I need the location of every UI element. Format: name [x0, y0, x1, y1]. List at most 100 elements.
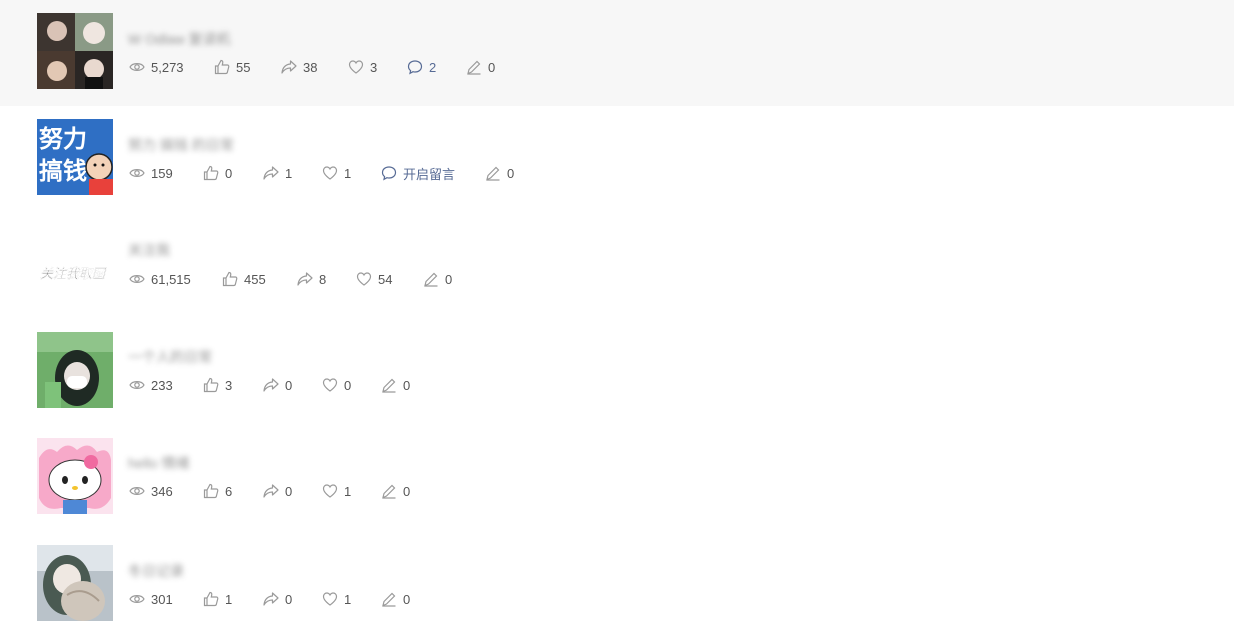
- article-thumbnail[interactable]: 努力 搞钱: [37, 119, 113, 195]
- heart-icon: [322, 484, 338, 498]
- share-icon: [263, 592, 279, 606]
- pencil-icon: [424, 272, 438, 287]
- shares-count: 0: [285, 377, 293, 393]
- views-stat: 5,273: [129, 59, 214, 75]
- article-thumbnail[interactable]: [37, 438, 113, 514]
- article-stats: 61,515 455 8 54 0: [129, 269, 452, 289]
- edits-stat[interactable]: 0: [485, 165, 514, 181]
- favorites-stat[interactable]: 0: [322, 377, 381, 393]
- views-count: 233: [151, 377, 173, 393]
- favorites-count: 0: [344, 377, 352, 393]
- views-count: 346: [151, 483, 173, 499]
- comment-icon: [381, 166, 397, 181]
- article-thumbnail[interactable]: [37, 545, 113, 621]
- eye-icon: [129, 275, 145, 283]
- article-title[interactable]: 冬日记录: [128, 561, 290, 577]
- edits-count: 0: [445, 271, 453, 287]
- heart-icon: [356, 272, 372, 286]
- article-stats: 5,273 55 38 3 2 0: [129, 57, 495, 77]
- favorites-count: 1: [344, 483, 352, 499]
- edits-count: 0: [403, 483, 411, 499]
- likes-stat[interactable]: 455: [222, 271, 297, 287]
- thumbs-up-icon: [203, 591, 219, 607]
- article-title[interactable]: 一个人的日常: [128, 347, 240, 363]
- article-list: W Odlaw 复读机 5,273 55 38 3 2 0 努力 搞钱 努力 搞…: [0, 0, 1234, 641]
- share-icon: [263, 484, 279, 498]
- article-stats: 346 6 0 1 0: [129, 481, 410, 501]
- edits-stat[interactable]: 0: [423, 271, 452, 287]
- article-title[interactable]: 努力 搞钱 的日常: [128, 135, 288, 151]
- article-stats: 159 0 1 1 开启留言 0: [129, 163, 514, 183]
- favorites-stat[interactable]: 1: [322, 483, 381, 499]
- thumbnail-text-line2: 搞钱: [39, 157, 87, 185]
- thumbs-up-icon: [222, 271, 238, 287]
- edits-stat[interactable]: 0: [381, 591, 410, 607]
- edits-stat[interactable]: 0: [381, 377, 410, 393]
- edits-stat[interactable]: 0: [466, 59, 495, 75]
- likes-count: 0: [225, 165, 233, 181]
- article-row-5[interactable]: hello 情绪 346 6 0 1 0: [0, 424, 1234, 530]
- views-stat: 233: [129, 377, 203, 393]
- shares-count: 0: [285, 483, 293, 499]
- share-icon: [281, 60, 297, 74]
- article-thumbnail[interactable]: [37, 332, 113, 408]
- heart-icon: [322, 592, 338, 606]
- shares-stat[interactable]: 38: [281, 59, 348, 75]
- article-title[interactable]: hello 情绪: [128, 453, 278, 469]
- article-row-4[interactable]: 一个人的日常 233 3 0 0 0: [0, 318, 1234, 424]
- views-count: 61,515: [151, 271, 191, 287]
- favorites-stat[interactable]: 1: [322, 165, 381, 181]
- eye-icon: [129, 63, 145, 71]
- likes-stat[interactable]: 1: [203, 591, 263, 607]
- favorites-count: 1: [344, 165, 352, 181]
- shares-stat[interactable]: 0: [263, 377, 322, 393]
- heart-icon: [322, 166, 338, 180]
- shares-stat[interactable]: 0: [263, 591, 322, 607]
- likes-count: 3: [225, 377, 233, 393]
- shares-count: 0: [285, 591, 293, 607]
- thumbnail-text: 关注我取图: [40, 266, 107, 282]
- article-row-2[interactable]: 努力 搞钱 努力 搞钱 的日常 159 0 1 1 开启留言 0: [0, 106, 1234, 212]
- shares-stat[interactable]: 1: [263, 165, 322, 181]
- share-icon: [263, 378, 279, 392]
- views-stat: 61,515: [129, 271, 222, 287]
- article-thumbnail[interactable]: 关注我取图: [37, 224, 113, 300]
- favorites-stat[interactable]: 3: [348, 59, 407, 75]
- likes-count: 1: [225, 591, 233, 607]
- eye-icon: [129, 381, 145, 389]
- pencil-icon: [382, 484, 396, 499]
- article-row-3[interactable]: 关注我取图 关注我 61,515 455 8 54 0: [0, 212, 1234, 318]
- comments-stat[interactable]: 2: [407, 59, 466, 75]
- favorites-stat[interactable]: 1: [322, 591, 381, 607]
- thumbs-up-icon: [203, 377, 219, 393]
- article-stats: 233 3 0 0 0: [129, 375, 410, 395]
- article-title[interactable]: 关注我: [128, 240, 180, 256]
- edits-count: 0: [488, 59, 496, 75]
- edits-stat[interactable]: 0: [381, 483, 410, 499]
- likes-stat[interactable]: 55: [214, 59, 281, 75]
- open-comments-button[interactable]: 开启留言: [381, 164, 485, 183]
- article-stats: 301 1 0 1 0: [129, 589, 410, 609]
- favorites-stat[interactable]: 54: [356, 271, 423, 287]
- shares-stat[interactable]: 8: [297, 271, 356, 287]
- likes-stat[interactable]: 3: [203, 377, 263, 393]
- shares-stat[interactable]: 0: [263, 483, 322, 499]
- article-row-6[interactable]: 冬日记录 301 1 0 1 0: [0, 530, 1234, 636]
- article-thumbnail[interactable]: [37, 13, 113, 89]
- eye-icon: [129, 169, 145, 177]
- likes-count: 455: [244, 271, 266, 287]
- thumbnail-text-line1: 努力: [39, 125, 87, 153]
- pencil-icon: [467, 60, 481, 75]
- thumbs-up-icon: [214, 59, 230, 75]
- article-row-1[interactable]: W Odlaw 复读机 5,273 55 38 3 2 0: [0, 0, 1234, 106]
- likes-stat[interactable]: 0: [203, 165, 263, 181]
- eye-icon: [129, 487, 145, 495]
- comment-icon: [407, 60, 423, 75]
- pencil-icon: [486, 166, 500, 181]
- article-title[interactable]: W Odlaw 复读机: [128, 29, 253, 45]
- likes-stat[interactable]: 6: [203, 483, 263, 499]
- favorites-count: 3: [370, 59, 378, 75]
- shares-count: 8: [319, 271, 327, 287]
- likes-count: 55: [236, 59, 251, 75]
- share-icon: [297, 272, 313, 286]
